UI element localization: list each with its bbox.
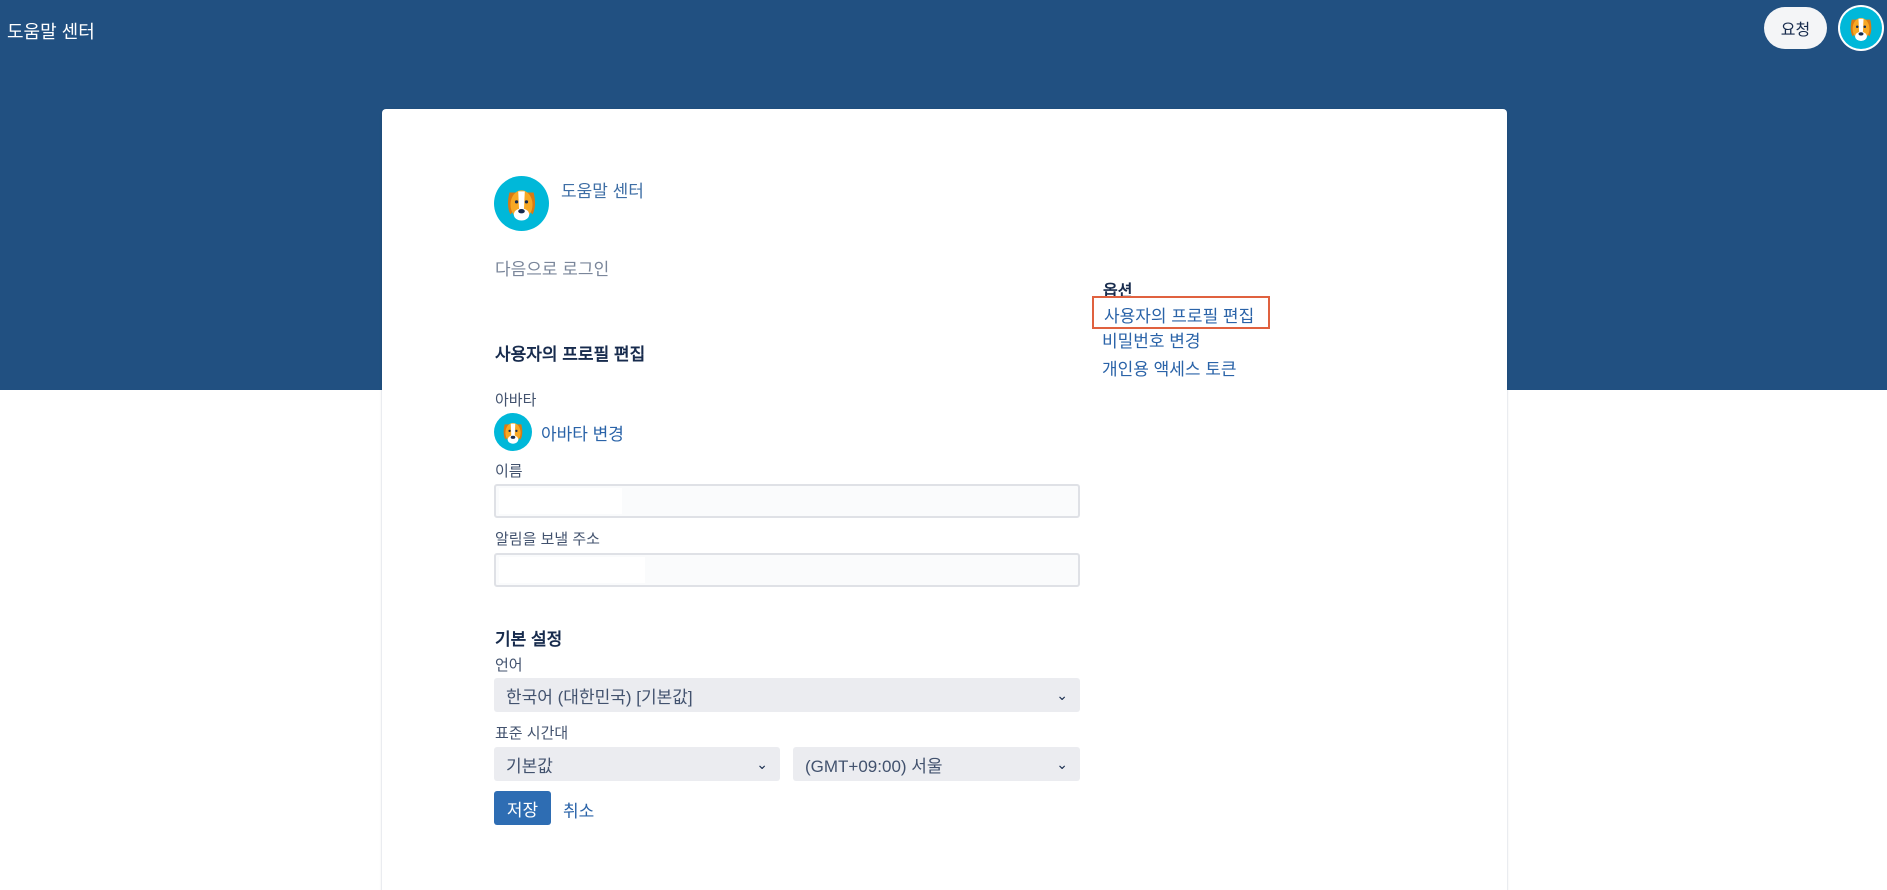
timezone-select[interactable]: (GMT+09:00) 서울 ⌄: [793, 747, 1080, 781]
redacted-email: [499, 557, 645, 583]
chevron-down-icon: ⌄: [1056, 686, 1068, 703]
change-avatar-link[interactable]: 아바타 변경: [541, 420, 624, 445]
option-access-tokens[interactable]: 개인용 액세스 토큰: [1102, 355, 1237, 380]
dog-avatar-icon: [1840, 7, 1882, 49]
language-select-value: 한국어 (대한민국) [기본값]: [506, 687, 693, 707]
profile-card: 도움말 센터 다음으로 로그인 옵션 사용자의 프로필 편집 비밀번호 변경 개…: [382, 109, 1507, 890]
dog-avatar-icon: [494, 176, 549, 231]
requests-button[interactable]: 요청: [1764, 7, 1827, 49]
option-edit-profile[interactable]: 사용자의 프로필 편집: [1092, 296, 1270, 329]
email-label: 알림을 보낼 주소: [495, 531, 600, 548]
help-center-logo: [494, 176, 549, 231]
chevron-down-icon: ⌄: [756, 755, 768, 772]
timezone-label: 표준 시간대: [495, 725, 569, 742]
timezone-region-select[interactable]: 기본값 ⌄: [494, 747, 780, 781]
timezone-value: (GMT+09:00) 서울: [805, 756, 943, 776]
chevron-down-icon: ⌄: [1056, 755, 1068, 772]
avatar-label: 아바타: [495, 392, 537, 409]
name-label: 이름: [495, 463, 523, 480]
cancel-link[interactable]: 취소: [563, 797, 594, 822]
help-center-link[interactable]: 도움말 센터: [561, 177, 644, 202]
language-select[interactable]: 한국어 (대한민국) [기본값] ⌄: [494, 678, 1080, 712]
user-avatar-button[interactable]: [1838, 5, 1884, 51]
language-label: 언어: [495, 657, 523, 674]
profile-section-title: 사용자의 프로필 편집: [495, 345, 646, 364]
timezone-region-value: 기본값: [506, 756, 553, 776]
option-change-password[interactable]: 비밀번호 변경: [1102, 327, 1201, 352]
save-button[interactable]: 저장: [494, 791, 551, 825]
login-as-label: 다음으로 로그인: [495, 260, 610, 279]
redacted-name: [499, 488, 622, 514]
dog-avatar-icon: [494, 413, 532, 451]
header-brand[interactable]: 도움말 센터: [7, 18, 95, 44]
preferences-title: 기본 설정: [495, 630, 563, 649]
avatar: [494, 413, 532, 451]
